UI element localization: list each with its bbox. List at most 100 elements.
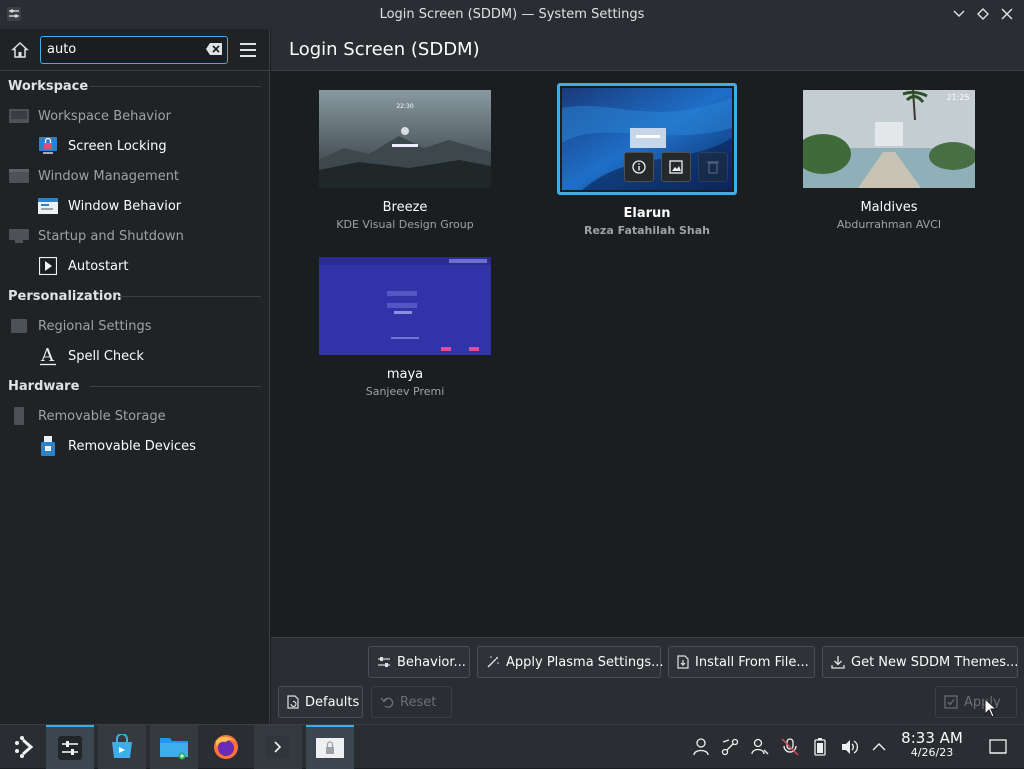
application-launcher-button[interactable] [0,725,48,769]
svg-text:A: A [40,346,55,366]
theme-preview-maya [319,257,491,355]
taskbar-discover[interactable] [98,725,146,769]
sidebar: Workspace Workspace Behavior Screen Lock… [0,29,270,724]
system-settings-app-icon[interactable] [6,6,22,22]
startup-shutdown-icon [8,228,30,244]
home-button[interactable] [8,38,32,62]
spell-check-icon: A [38,346,58,366]
taskbar-konsole[interactable] [254,725,302,769]
sidebar-group-window-management[interactable]: Window Management [0,161,269,191]
search-field[interactable] [40,35,228,64]
theme-preview-elarun [562,88,732,190]
sidebar-item-label: Screen Locking [68,138,167,154]
removable-devices-icon [38,436,58,456]
theme-author: Sanjeev Premi [365,385,445,398]
sidebar-group-workspace-behavior[interactable]: Workspace Behavior [0,101,269,131]
reset-button[interactable]: Reset [371,686,452,718]
sidebar-group-regional-settings[interactable]: Regional Settings [0,311,269,341]
apply-plasma-settings-button[interactable]: Apply Plasma Settings... [477,646,664,678]
taskbar-system-settings[interactable] [46,725,94,769]
theme-preview-button[interactable] [661,152,691,182]
category-workspace: Workspace [0,71,269,101]
search-input[interactable] [47,42,197,57]
defaults-button[interactable]: Defaults [278,686,363,718]
konsole-terminal-icon [266,736,290,758]
theme-name: Elarun [623,206,671,221]
selection-frame [557,83,737,195]
kde-connect-icon[interactable] [720,737,740,757]
sidebar-item-window-behavior[interactable]: Window Behavior [0,191,269,221]
configure-icon [377,655,391,669]
user-switch-icon[interactable] [750,737,770,757]
dolphin-file-manager-icon [160,738,188,760]
clock-date: 4/26/23 [910,746,954,759]
sidebar-group-removable-storage[interactable]: Removable Storage [0,401,269,431]
clock-time: 8:33 AM [901,729,963,747]
breeze-preview-time: 22:30 [396,103,413,110]
discover-store-icon [112,734,132,758]
theme-author: Reza Fatahilah Shah [583,224,711,237]
theme-name: maya [386,367,424,382]
title-bar: Login Screen (SDDM) — System Settings [0,0,1024,29]
removable-storage-icon [8,407,30,425]
maldives-preview-time: 21:25 [946,93,969,102]
theme-delete-button[interactable] [698,152,728,182]
maximize-button[interactable] [974,5,992,23]
close-button[interactable] [998,5,1016,23]
sidebar-item-removable-devices[interactable]: Removable Devices [0,431,269,461]
apply-button[interactable]: Apply [935,686,1017,718]
theme-name: Breeze [382,200,428,215]
theme-card-maya[interactable]: maya Sanjeev Premi [305,257,505,398]
theme-info-button[interactable] [624,152,654,182]
digital-clock[interactable]: 8:33 AM 4/26/23 [892,729,972,759]
main-content: Login Screen (SDDM) 22:30 Breeze KDE Vis… [271,29,1024,724]
theme-preview-maldives: 21:25 [803,90,975,188]
sidebar-group-label: Window Management [38,168,180,184]
theme-card-elarun[interactable]: Elarun Reza Fatahilah Shah [547,83,747,237]
taskbar: 8:33 AM 4/26/23 [0,724,1024,769]
firefox-icon [214,735,238,759]
system-settings-icon [58,736,82,760]
taskbar-dolphin[interactable] [150,725,198,769]
sidebar-group-startup-shutdown[interactable]: Startup and Shutdown [0,221,269,251]
window-behavior-icon [38,197,58,215]
sidebar-item-label: Autostart [68,258,129,274]
expand-tray-icon[interactable] [869,737,889,757]
taskbar-kwallet[interactable] [306,725,354,769]
steam-deck-launcher-icon [15,736,34,758]
sidebar-item-label: Window Behavior [68,198,182,214]
sidebar-group-label: Removable Storage [38,408,166,424]
taskbar-firefox[interactable] [202,725,250,769]
theme-preview-breeze: 22:30 [319,90,491,188]
screen-locking-icon [38,137,58,155]
hamburger-menu-button[interactable] [240,40,260,60]
sidebar-item-label: Removable Devices [68,438,196,454]
sidebar-item-autostart[interactable]: Autostart [0,251,269,281]
get-new-sddm-themes-button[interactable]: Get New SDDM Themes... [822,646,1018,678]
volume-icon[interactable] [840,737,860,757]
page-title: Login Screen (SDDM) [289,39,480,60]
theme-card-breeze[interactable]: 22:30 Breeze KDE Visual Design Group [305,90,505,231]
sidebar-group-label: Startup and Shutdown [38,228,184,244]
theme-card-maldives[interactable]: 21:25 Maldives Abdurrahman AVCI [789,90,989,231]
install-from-file-button[interactable]: Install From File... [668,646,815,678]
show-desktop-icon[interactable] [988,737,1008,757]
behavior-button[interactable]: Behavior... [368,646,470,678]
page-header: Login Screen (SDDM) [271,29,1024,71]
clear-search-icon[interactable] [205,42,223,58]
sidebar-item-screen-locking[interactable]: Screen Locking [0,131,269,161]
workspace-behavior-icon [8,108,30,124]
system-settings-window: Login Screen (SDDM) — System Settings Wo… [0,0,1024,769]
undo-icon [380,695,394,709]
mouse-cursor-icon [984,698,998,718]
sidebar-group-label: Regional Settings [38,318,152,334]
user-icon[interactable] [691,737,711,757]
category-personalization: Personalization [0,281,269,311]
minimize-button[interactable] [950,5,968,23]
battery-icon[interactable] [810,737,830,757]
magic-icon [486,655,500,669]
sidebar-group-label: Workspace Behavior [38,108,171,124]
microphone-muted-icon[interactable] [780,737,800,757]
regional-settings-icon [8,318,30,334]
sidebar-item-spell-check[interactable]: A Spell Check [0,341,269,371]
